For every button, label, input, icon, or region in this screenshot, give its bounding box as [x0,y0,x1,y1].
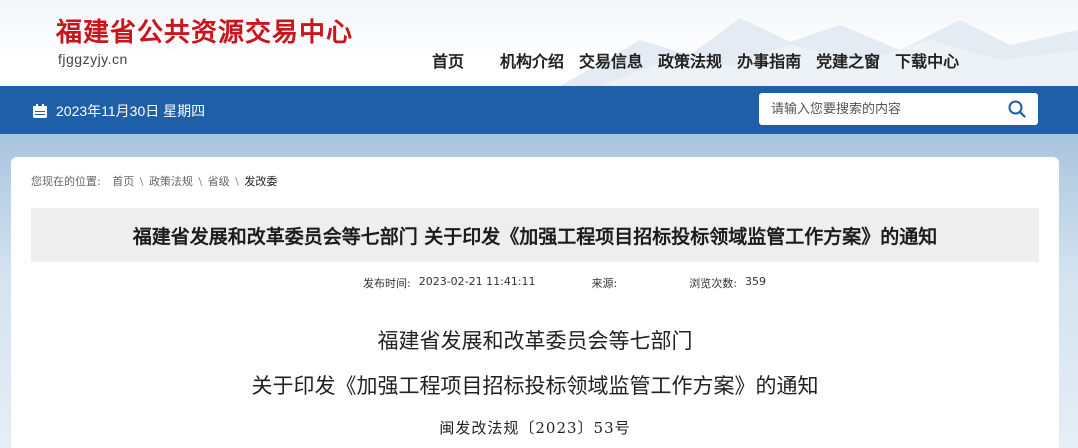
calendar-icon [33,104,47,118]
breadcrumb-provincial[interactable]: 省级 [208,175,230,188]
breadcrumb-policy[interactable]: 政策法规 [149,175,193,188]
body-heading-line1: 福建省发展和改革委员会等七部门 [377,329,693,353]
article-title: 福建省发展和改革委员会等七部门 关于印发《加强工程项目招标投标领域监管工作方案》… [132,225,938,248]
search-input[interactable] [771,101,991,117]
site-domain: fjggzyjy.cn [58,51,128,67]
nav-item-guide[interactable]: 办事指南 [737,48,801,71]
nav-item-trading-info[interactable]: 交易信息 [579,48,643,71]
source-label: 来源: [591,277,618,290]
search-icon[interactable] [1008,100,1026,118]
breadcrumb-current[interactable]: 发改委 [244,175,277,188]
publish-time-value: 2023-02-21 11:41:11 [418,275,536,288]
current-date: 2023年11月30日 星期四 [56,103,206,119]
breadcrumb-separator: \ [139,175,144,188]
breadcrumb: 您现在的位置: 首页 \ 政策法规 \ 省级 \ 发改委 [31,173,277,189]
main-nav: 首页 机构介绍 交易信息 政策法规 办事指南 党建之窗 下载中心 [418,48,959,71]
search-box [759,93,1038,125]
date-display: 2023年11月30日 星期四 [32,101,205,121]
breadcrumb-prefix: 您现在的位置: [31,175,101,188]
nav-item-home[interactable]: 首页 [432,48,464,71]
top-bar: 2023年11月30日 星期四 [0,86,1078,134]
publish-time-label: 发布时间: [363,277,411,290]
body-heading-line2: 关于印发《加强工程项目招标投标领域监管工作方案》的通知 [251,374,819,398]
nav-item-downloads[interactable]: 下载中心 [895,48,959,71]
site-header: 福建省公共资源交易中心 fjggzyjy.cn 首页 机构介绍 交易信息 政策法… [0,0,1078,86]
view-count-value: 359 [744,275,766,288]
article-card: 您现在的位置: 首页 \ 政策法规 \ 省级 \ 发改委 福建省发展和改革委员会… [11,157,1059,448]
article-title-band: 福建省发展和改革委员会等七部门 关于印发《加强工程项目招标投标领域监管工作方案》… [31,208,1039,262]
article-meta: 发布时间: 2023-02-21 11:41:11 来源: 浏览次数: 359 [363,275,766,291]
nav-item-policy[interactable]: 政策法规 [658,48,722,71]
site-title[interactable]: 福建省公共资源交易中心 [56,12,353,49]
nav-item-about[interactable]: 机构介绍 [500,48,564,71]
breadcrumb-separator: \ [235,175,239,188]
breadcrumb-home[interactable]: 首页 [112,175,134,188]
nav-item-party[interactable]: 党建之窗 [816,48,880,71]
view-count-label: 浏览次数: [689,277,737,290]
document-number: 闽发改法规〔2023〕53号 [439,419,631,437]
breadcrumb-separator: \ [198,175,203,188]
